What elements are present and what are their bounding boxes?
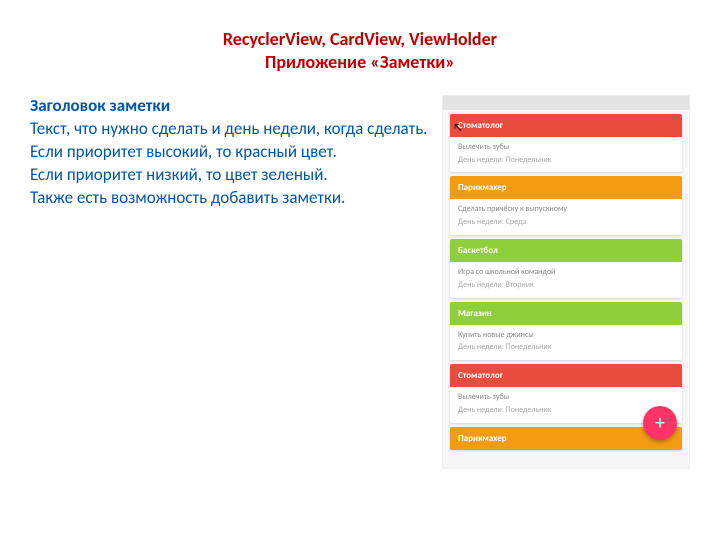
slide-title: RecyclerView, CardView, ViewHolder Прило…: [0, 0, 720, 75]
note-task: Купить новые джинсы: [458, 329, 674, 342]
note-title: Магазин: [450, 302, 682, 325]
note-day: День недели: Понедельник: [458, 341, 674, 354]
note-title: Баскетбол: [450, 239, 682, 262]
note-day: День недели: Среда: [458, 216, 674, 229]
note-card[interactable]: СтоматологВылечить зубыДень недели: Поне…: [450, 114, 682, 173]
desc-p1: Текст, что нужно сделать и день недели, …: [30, 118, 432, 141]
desc-p3: Если приоритет низкий, то цвет зеленый.: [30, 164, 432, 187]
note-task: Вылечить зубы: [458, 391, 674, 404]
plus-icon: +: [655, 411, 665, 435]
status-bar: [443, 96, 689, 110]
desc-p2: Если приоритет высокий, то красный цвет.: [30, 141, 432, 164]
note-body: Вылечить зубыДень недели: Понедельник: [450, 137, 682, 173]
note-day: День недели: Понедельник: [458, 154, 674, 167]
note-title: Стоматолог: [450, 364, 682, 387]
note-title: Парикмахер: [450, 176, 682, 199]
note-task: Игра со школьной командой: [458, 266, 674, 279]
title-line-1: RecyclerView, CardView, ViewHolder: [0, 28, 720, 51]
note-day: День недели: Вторник: [458, 279, 674, 292]
desc-p4: Также есть возможность добавить заметки.: [30, 187, 432, 210]
note-body: Игра со школьной командойДень недели: Вт…: [450, 262, 682, 298]
note-task: Сделать причёску к выпускному: [458, 203, 674, 216]
phone-mockup: ↖ СтоматологВылечить зубыДень недели: По…: [442, 95, 690, 469]
description-block: Заголовок заметки Текст, что нужно сдела…: [30, 95, 442, 469]
note-body: Купить новые джинсыДень недели: Понедель…: [450, 325, 682, 361]
title-line-2: Приложение «Заметки»: [0, 51, 720, 74]
desc-heading: Заголовок заметки: [30, 95, 432, 118]
note-body: Сделать причёску к выпускномуДень недели…: [450, 199, 682, 235]
note-title: Стоматолог: [450, 114, 682, 137]
content-row: Заголовок заметки Текст, что нужно сдела…: [0, 75, 720, 469]
note-card[interactable]: БаскетболИгра со школьной командойДень н…: [450, 239, 682, 298]
note-card[interactable]: ПарикмахерСделать причёску к выпускномуД…: [450, 176, 682, 235]
note-task: Вылечить зубы: [458, 141, 674, 154]
fab-add-note[interactable]: +: [643, 406, 677, 440]
note-card[interactable]: МагазинКупить новые джинсыДень недели: П…: [450, 302, 682, 361]
note-day: День недели: Понедельник: [458, 404, 674, 417]
